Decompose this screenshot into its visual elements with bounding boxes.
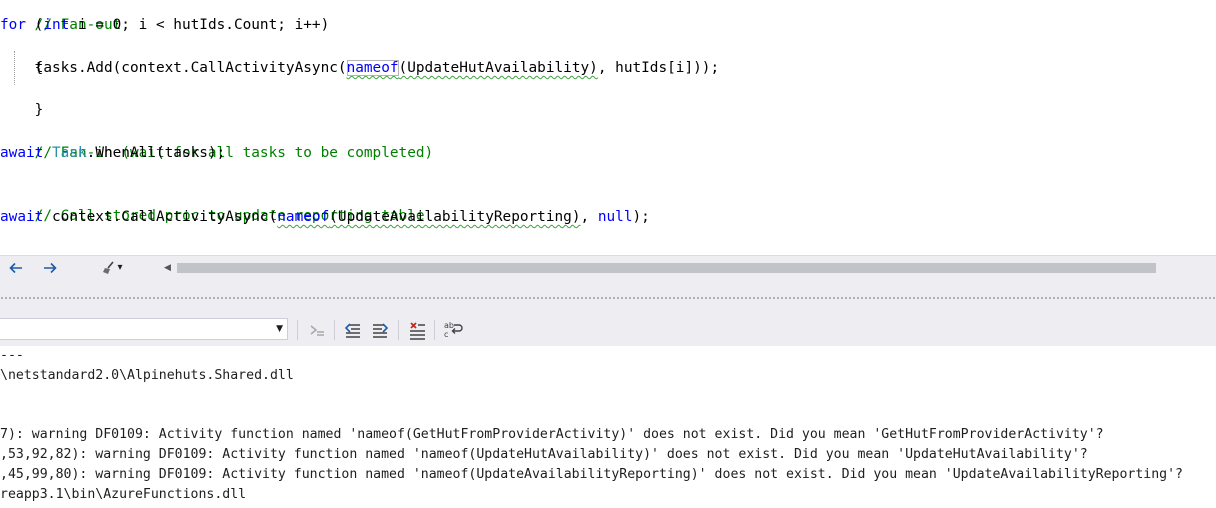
previous-message-button[interactable] bbox=[342, 319, 364, 341]
editor-navigation-bar: ▾ ◀ bbox=[0, 255, 1216, 280]
toolbar-separator bbox=[398, 320, 399, 340]
code-line-5: } bbox=[0, 79, 44, 118]
code-text: context.CallActivityAsync( bbox=[43, 209, 278, 225]
arrow-left-icon bbox=[9, 262, 22, 274]
keyword-await: await bbox=[0, 145, 44, 161]
find-message-in-code-button[interactable] bbox=[306, 319, 328, 341]
code-line-2: for (int i = 0; i < hutIds.Count; i++) bbox=[0, 15, 329, 36]
output-source-select[interactable]: ▼ bbox=[0, 318, 288, 340]
word-wrap-icon: ab c bbox=[444, 321, 463, 339]
horizontal-scrollbar[interactable]: ◀ bbox=[164, 260, 1164, 276]
clear-all-icon bbox=[410, 322, 425, 340]
broom-icon bbox=[103, 261, 115, 274]
code-text: ( bbox=[26, 17, 44, 33]
code-text: , hutIds[i])); bbox=[597, 60, 720, 76]
code-line-4: tasks.Add(context.CallActivityAsync(name… bbox=[0, 58, 719, 79]
chevron-down-icon[interactable]: ▼ bbox=[276, 319, 283, 339]
close-brace: } bbox=[34, 102, 44, 118]
output-window-text[interactable]: --- \netstandard2.0\Alpinehuts.Shared.dl… bbox=[0, 346, 1216, 508]
code-text: , bbox=[580, 209, 598, 225]
type-task: Task bbox=[52, 145, 87, 161]
code-line-8: await Task.WhenAll(tasks); bbox=[0, 143, 225, 164]
svg-text:c: c bbox=[444, 330, 448, 339]
output-line-warning: ,45,99,80): warning DF0109: Activity fun… bbox=[0, 467, 1183, 482]
clear-all-button[interactable] bbox=[406, 319, 428, 341]
toolbar-separator bbox=[334, 320, 335, 340]
navigate-back-button[interactable] bbox=[4, 257, 28, 279]
pane-splitter[interactable] bbox=[0, 280, 1216, 314]
code-text: .WhenAll(tasks); bbox=[86, 145, 226, 161]
code-line-3: { bbox=[0, 37, 44, 76]
keyword-null: null bbox=[597, 209, 633, 225]
code-text: tasks.Add(context.CallActivityAsync( bbox=[0, 60, 347, 76]
splitter-grip[interactable] bbox=[0, 296, 1216, 300]
keyword-nameof: nameof bbox=[277, 209, 330, 225]
navigate-forward-button[interactable] bbox=[38, 257, 62, 279]
code-line-7: // Fan-in (wait for all tasks to be comp… bbox=[0, 122, 434, 161]
goto-code-icon bbox=[310, 325, 324, 336]
arrow-right-icon bbox=[44, 262, 57, 274]
code-text: i = 0; i < hutIds.Count; i++) bbox=[69, 17, 330, 33]
code-text: ); bbox=[632, 209, 650, 225]
keyword-nameof: nameof bbox=[346, 60, 399, 76]
output-toolbar: ▼ ab c bbox=[0, 314, 1216, 346]
scrollbar-thumb[interactable] bbox=[177, 263, 1156, 273]
keyword-for: for bbox=[0, 17, 26, 33]
code-line-11: await context.CallActivityAsync(nameof(U… bbox=[0, 207, 650, 228]
output-line: \netstandard2.0\Alpinehuts.Shared.dll bbox=[0, 368, 294, 383]
next-message-button[interactable] bbox=[369, 319, 391, 341]
output-line-warning: 7): warning DF0109: Activity function na… bbox=[0, 427, 1104, 442]
squiggled-argument: (UpdateAvailabilityReporting) bbox=[329, 209, 581, 225]
toggle-word-wrap-button[interactable]: ab c bbox=[442, 319, 464, 341]
toolbar-separator bbox=[434, 320, 435, 340]
previous-message-icon bbox=[344, 323, 360, 338]
output-line-warning: ,53,92,82): warning DF0109: Activity fun… bbox=[0, 447, 1088, 462]
code-line-1: // Fan-out bbox=[0, 0, 122, 33]
output-line: reapp3.1\bin\AzureFunctions.dll bbox=[0, 487, 247, 502]
scroll-left-icon[interactable]: ◀ bbox=[164, 260, 176, 276]
keyword-int: int bbox=[43, 17, 70, 33]
squiggled-argument: (UpdateHutAvailability) bbox=[398, 60, 598, 76]
keyword-await: await bbox=[0, 209, 44, 225]
output-line: --- bbox=[0, 348, 24, 363]
next-message-icon bbox=[373, 323, 389, 338]
code-tools-dropdown[interactable]: ▾ bbox=[92, 257, 132, 279]
code-line-10: // Call stored proc to update reporting … bbox=[0, 185, 425, 224]
toolbar-separator bbox=[297, 320, 298, 340]
chevron-down-icon: ▾ bbox=[117, 262, 123, 273]
svg-text:ab: ab bbox=[444, 321, 454, 330]
code-editor[interactable]: // Fan-out for (int i = 0; i < hutIds.Co… bbox=[0, 0, 1216, 255]
